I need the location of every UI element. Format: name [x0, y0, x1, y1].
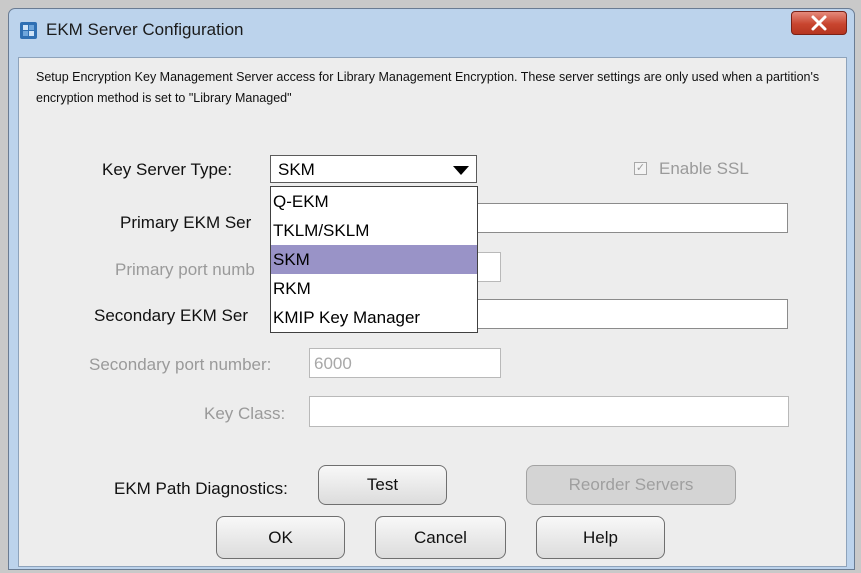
dropdown-option-skm[interactable]: SKM — [271, 245, 477, 274]
app-icon — [20, 22, 37, 39]
dropdown-option-rkm[interactable]: RKM — [271, 274, 477, 303]
reorder-servers-label: Reorder Servers — [568, 475, 694, 494]
enable-ssl-checkbox[interactable]: ✓ — [634, 162, 647, 175]
enable-ssl-label: Enable SSL — [659, 159, 749, 178]
key-server-type-select[interactable]: SKM — [270, 155, 477, 183]
dropdown-option-tklm-sklm[interactable]: TKLM/SKLM — [271, 216, 477, 245]
key-server-type-value: SKM — [278, 160, 315, 179]
key-class-label: Key Class: — [204, 404, 286, 423]
help-button-label: Help — [583, 528, 618, 547]
ok-button[interactable]: OK — [216, 516, 345, 559]
dropdown-option-kmip-key-manager[interactable]: KMIP Key Manager — [271, 303, 477, 332]
test-button[interactable]: Test — [318, 465, 447, 505]
secondary-server-input[interactable] — [460, 299, 788, 329]
key-server-type-dropdown: Q-EKM TKLM/SKLM SKM RKM KMIP Key Manager — [270, 186, 478, 333]
chevron-down-icon[interactable] — [453, 166, 469, 175]
reorder-servers-button[interactable]: Reorder Servers — [526, 465, 736, 505]
close-icon — [811, 15, 827, 31]
primary-server-input[interactable] — [460, 203, 788, 233]
help-button[interactable]: Help — [536, 516, 665, 559]
key-class-input[interactable] — [309, 396, 789, 427]
diagnostics-label: EKM Path Diagnostics: — [114, 479, 288, 498]
ok-button-label: OK — [268, 528, 293, 547]
window-title: EKM Server Configuration — [46, 20, 244, 39]
test-button-label: Test — [366, 475, 399, 494]
secondary-server-label: Secondary EKM Ser — [94, 306, 249, 325]
cancel-button-label: Cancel — [414, 528, 467, 547]
secondary-port-value: 6000 — [314, 354, 352, 373]
secondary-port-input[interactable]: 6000 — [309, 348, 501, 378]
dropdown-option-q-ekm[interactable]: Q-EKM — [271, 187, 477, 216]
primary-server-label: Primary EKM Ser — [120, 213, 252, 232]
secondary-port-label: Secondary port number: — [89, 355, 272, 374]
primary-port-label: Primary port numb — [115, 260, 255, 279]
key-server-type-label: Key Server Type: — [102, 160, 233, 179]
close-button[interactable] — [791, 11, 847, 35]
cancel-button[interactable]: Cancel — [375, 516, 506, 559]
description-text: Setup Encryption Key Management Server a… — [36, 70, 820, 105]
